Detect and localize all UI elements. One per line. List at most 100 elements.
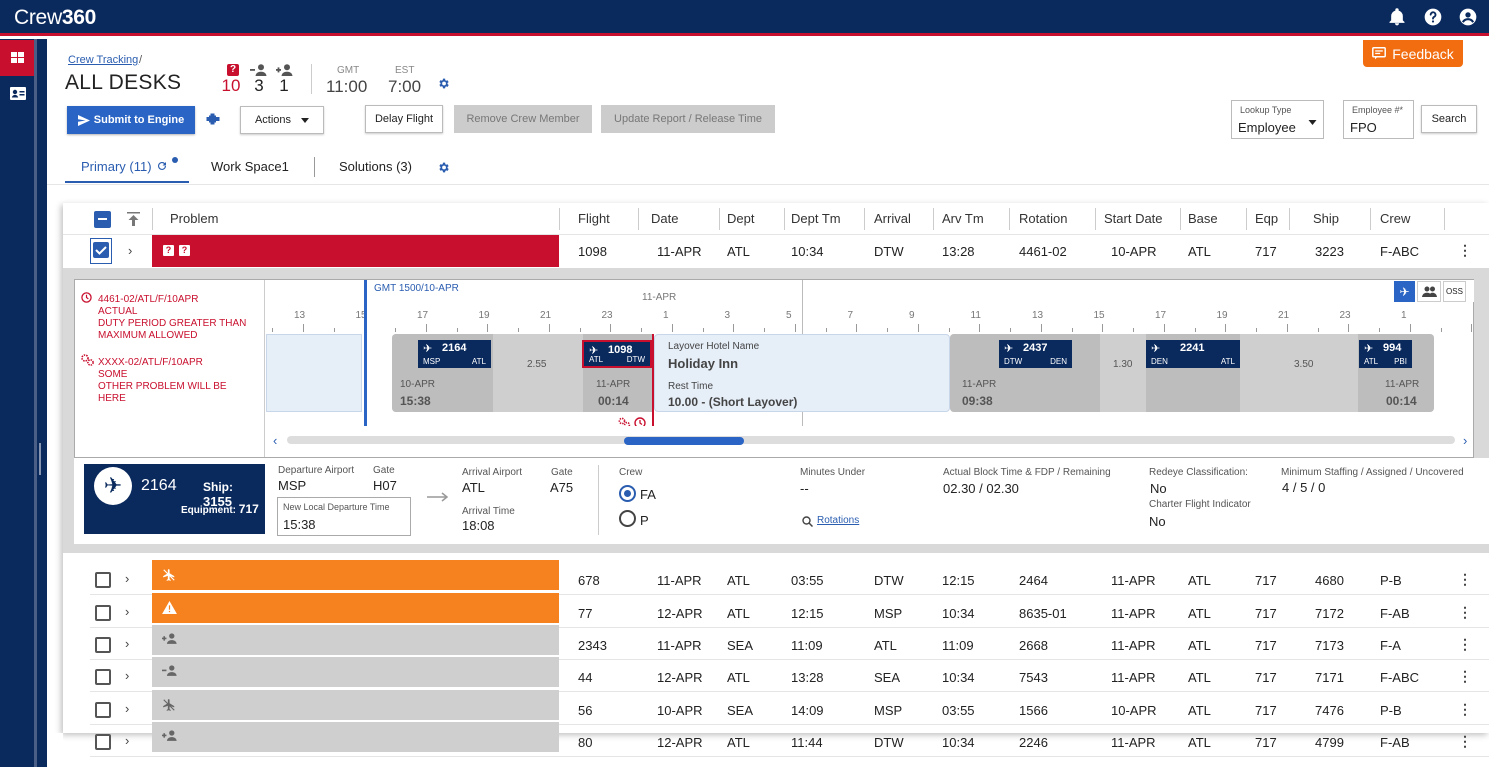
row-menu-icon[interactable]: ⋮ bbox=[1458, 571, 1472, 588]
column-header-flight[interactable]: Flight bbox=[578, 211, 610, 226]
column-header-base[interactable]: Base bbox=[1188, 211, 1218, 226]
hour-tick bbox=[1409, 324, 1411, 332]
row-checkbox[interactable] bbox=[95, 605, 111, 621]
cell-base: ATL bbox=[1188, 735, 1211, 750]
crew-p-radio[interactable] bbox=[619, 510, 636, 527]
row-checkbox[interactable] bbox=[95, 669, 111, 685]
new-departure-time-input[interactable]: New Local Departure Time 15:38 bbox=[277, 497, 411, 536]
column-header-dept[interactable]: Dept bbox=[727, 211, 754, 226]
cell-base: ATL bbox=[1188, 573, 1211, 588]
timeline-canvas[interactable]: GMT 1500/10-APR 11-APR 13 15 17 19 21 23 1 3 5 7 9… bbox=[266, 280, 1474, 426]
flight-box-2164[interactable]: ✈ 2164 MSP ATL bbox=[418, 340, 491, 368]
id-card-icon[interactable] bbox=[10, 87, 26, 100]
breadcrumb-crew-tracking[interactable]: Crew Tracking bbox=[68, 54, 138, 66]
tabs-gear-icon[interactable] bbox=[437, 161, 450, 174]
crew-fa-label: FA bbox=[640, 487, 656, 502]
lookup-type-select[interactable]: Lookup Type Employee bbox=[1231, 100, 1324, 139]
bell-icon[interactable] bbox=[1387, 7, 1407, 27]
selected-flight-card: ✈ 2164 Ship: 3155 Equipment: 717 bbox=[84, 464, 265, 534]
cell-crew: P-B bbox=[1380, 703, 1402, 718]
row-menu-icon[interactable]: ⋮ bbox=[1458, 242, 1472, 259]
column-header-ship[interactable]: Ship bbox=[1313, 211, 1339, 226]
row-checkbox-checked[interactable] bbox=[90, 238, 112, 264]
rotations-link[interactable]: Rotations bbox=[817, 515, 859, 526]
error-line: OTHER PROBLEM WILL BE bbox=[98, 381, 227, 392]
rail-resize-handle[interactable] bbox=[39, 443, 41, 475]
column-header-arv-tm[interactable]: Arv Tm bbox=[942, 211, 984, 226]
scroll-right-arrow[interactable]: › bbox=[1463, 433, 1467, 448]
row-menu-icon[interactable]: ⋮ bbox=[1458, 733, 1472, 750]
redeye-value: No bbox=[1150, 481, 1167, 496]
engine-icon[interactable] bbox=[206, 113, 220, 126]
column-header-rotation[interactable]: Rotation bbox=[1019, 211, 1067, 226]
crew-fa-radio[interactable] bbox=[619, 485, 636, 502]
expand-row-chevron[interactable]: › bbox=[125, 636, 129, 651]
flight-box-2437[interactable]: ✈ 2437 DTW DEN bbox=[999, 340, 1072, 368]
row-checkbox[interactable] bbox=[95, 637, 111, 653]
row-menu-icon[interactable]: ⋮ bbox=[1458, 701, 1472, 718]
cell-crew: F-AB bbox=[1380, 735, 1410, 750]
update-report-release-button[interactable]: Update Report / Release Time bbox=[601, 105, 775, 133]
timeline-scrollbar-track[interactable] bbox=[287, 436, 1455, 444]
user-account-icon[interactable] bbox=[1458, 7, 1478, 27]
expand-row-chevron[interactable]: › bbox=[125, 604, 129, 619]
tab-primary[interactable]: Primary (11) bbox=[81, 159, 152, 174]
problem-cell[interactable] bbox=[152, 625, 559, 655]
select-all-checkbox[interactable] bbox=[94, 211, 111, 228]
feedback-button[interactable]: Feedback bbox=[1363, 40, 1463, 67]
search-button[interactable]: Search bbox=[1421, 105, 1477, 133]
flights-view-toggle[interactable]: ✈ bbox=[1394, 281, 1415, 302]
timeline-scrollbar-thumb[interactable] bbox=[624, 437, 744, 445]
hour-tick-label: 7 bbox=[847, 310, 854, 321]
scroll-to-top-icon[interactable] bbox=[127, 212, 140, 226]
tab-work-space1[interactable]: Work Space1 bbox=[211, 159, 289, 174]
expand-row-chevron[interactable]: › bbox=[125, 668, 129, 683]
app-logo[interactable]: Crew360 bbox=[14, 6, 96, 30]
remove-crew-member-button[interactable]: Remove Crew Member bbox=[454, 105, 592, 133]
scroll-left-arrow[interactable]: ‹ bbox=[273, 433, 277, 448]
collapse-row-chevron[interactable]: › bbox=[128, 243, 132, 258]
column-header-dept-tm[interactable]: Dept Tm bbox=[791, 211, 841, 226]
cell-start: 11-APR bbox=[1111, 638, 1156, 653]
delay-flight-button[interactable]: Delay Flight bbox=[365, 105, 443, 133]
row-menu-icon[interactable]: ⋮ bbox=[1458, 604, 1472, 621]
row-checkbox[interactable] bbox=[95, 734, 111, 750]
problem-cell[interactable] bbox=[152, 560, 559, 590]
oss-view-toggle[interactable]: OSS bbox=[1443, 281, 1466, 302]
expand-row-chevron[interactable]: › bbox=[125, 701, 129, 716]
tab-divider bbox=[314, 157, 315, 177]
layover-block[interactable]: Layover Hotel Name Holiday Inn Rest Time… bbox=[654, 334, 950, 412]
problem-cell[interactable] bbox=[152, 657, 559, 687]
column-header-crew[interactable]: Crew bbox=[1380, 211, 1410, 226]
employee-number-input[interactable]: Employee #* FPO bbox=[1343, 100, 1414, 139]
selected-flight-number: 2164 bbox=[141, 477, 177, 494]
expand-row-chevron[interactable]: › bbox=[125, 733, 129, 748]
problem-cell[interactable] bbox=[152, 593, 559, 623]
arrival-airport-label: Arrival Airport bbox=[462, 467, 523, 478]
refresh-icon[interactable] bbox=[156, 160, 168, 172]
problem-question-icon: ? bbox=[227, 64, 239, 76]
row-checkbox[interactable] bbox=[95, 572, 111, 588]
row-menu-icon[interactable]: ⋮ bbox=[1458, 636, 1472, 653]
actions-dropdown[interactable]: Actions bbox=[240, 106, 324, 134]
problem-cell[interactable] bbox=[152, 722, 559, 752]
expand-row-chevron[interactable]: › bbox=[125, 571, 129, 586]
tab-solutions[interactable]: Solutions (3) bbox=[339, 159, 412, 174]
gear-icon[interactable] bbox=[437, 77, 450, 90]
column-header-arrival[interactable]: Arrival bbox=[874, 211, 911, 226]
column-header-date[interactable]: Date bbox=[651, 211, 678, 226]
row-checkbox[interactable] bbox=[95, 702, 111, 718]
help-icon[interactable] bbox=[1423, 7, 1443, 27]
column-header-eqp[interactable]: Eqp bbox=[1255, 211, 1278, 226]
problem-cell-red[interactable]: ? ? bbox=[152, 235, 559, 267]
row-menu-icon[interactable]: ⋮ bbox=[1458, 668, 1472, 685]
column-header-problem[interactable]: Problem bbox=[170, 211, 218, 226]
rail-dashboard-item[interactable] bbox=[0, 40, 34, 76]
submit-to-engine-button[interactable]: Submit to Engine bbox=[67, 106, 195, 134]
problem-cell[interactable] bbox=[152, 690, 559, 720]
flight-box-2241[interactable]: ✈ 2241 DEN ATL bbox=[1146, 340, 1240, 368]
flight-box-1098[interactable]: ✈ 1098 ATL DTW bbox=[582, 340, 652, 368]
flight-box-994[interactable]: ✈ 994 ATL PBI bbox=[1359, 340, 1412, 368]
column-header-start-date[interactable]: Start Date bbox=[1104, 211, 1163, 226]
crew-view-toggle[interactable] bbox=[1417, 281, 1441, 302]
